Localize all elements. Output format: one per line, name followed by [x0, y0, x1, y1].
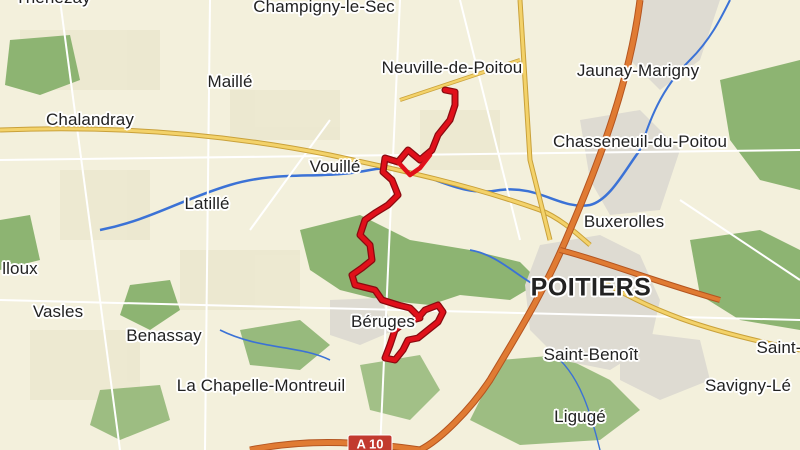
place-label: Chalandray [46, 110, 134, 129]
place-label: Maillé [207, 72, 253, 91]
place-label: POITIERS [530, 273, 652, 302]
place-label: Latillé [184, 194, 230, 213]
place-label: La Chapelle-Montreuil [176, 376, 346, 395]
place-label: Benassay [126, 326, 202, 345]
place-label: Buxerolles [583, 212, 665, 231]
place-label: Champigny-le-Sec [253, 0, 395, 16]
place-label: Saint- [756, 338, 800, 357]
place-label: Saint-Benoît [543, 345, 639, 364]
place-label: Vouillé [309, 157, 361, 176]
place-label: Vasles [32, 302, 84, 321]
place-label: Savigny-Lé [704, 376, 792, 395]
map-canvas[interactable]: Thénezay Champigny-le-Sec Maillé Neuvill… [0, 0, 800, 450]
place-label: Béruges [350, 312, 416, 331]
motorway-shield: A 10 [347, 434, 393, 450]
place-label: Neuville-de-Poitou [381, 58, 523, 77]
place-label: Ligugé [554, 407, 606, 426]
place-label: Chasseneuil-du-Poitou [552, 132, 728, 151]
place-label: Jaunay-Marigny [576, 61, 700, 80]
place-label: Thénezay [15, 0, 90, 8]
place-label: lloux [2, 259, 38, 278]
